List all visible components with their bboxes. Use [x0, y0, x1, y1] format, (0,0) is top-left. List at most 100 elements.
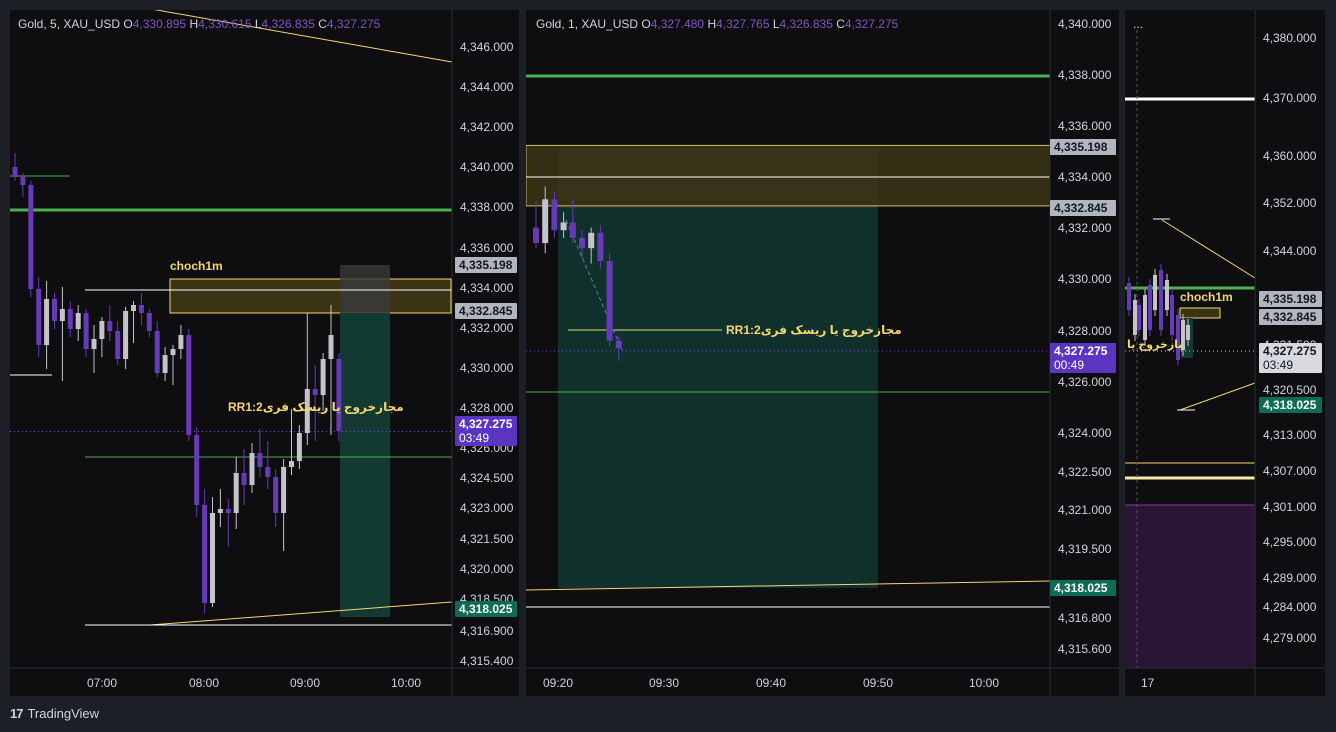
- y-tick-label: 4,324.000: [1058, 426, 1112, 440]
- x-tick-label: 09:30: [649, 676, 679, 690]
- chart-higher-svg[interactable]: choch1m بازخروج یا... 4,380.000 4,370.000 4,…: [1125, 10, 1325, 696]
- y-tick-label: 4,322.500: [1058, 465, 1112, 479]
- trendline-lower: [1179, 382, 1256, 411]
- candle-body: [28, 185, 34, 289]
- candle-body: [91, 339, 97, 349]
- candle-body: [178, 335, 184, 349]
- annotation-choch: choch1m: [170, 259, 223, 273]
- y-tick-label: 4,360.000: [1263, 149, 1317, 163]
- candle-body: [20, 177, 26, 185]
- ohlc-part-2: 4,327.480: [651, 17, 708, 31]
- y-tick-label: 4,336.000: [460, 241, 514, 255]
- y-tick-label: 4,370.000: [1263, 91, 1317, 105]
- candle-body: [1186, 325, 1190, 340]
- candle-body: [75, 313, 81, 329]
- candle-body: [194, 435, 200, 505]
- y-tick-label: 4,334.000: [460, 281, 514, 295]
- chart-pane-1m[interactable]: RR1:2مجازخروج یا ریسک فری Gold, 1, XAU_US…: [526, 10, 1119, 696]
- candle-body: [67, 309, 73, 329]
- candle-body: [533, 227, 539, 244]
- price-tag-label: 4,335.198: [1263, 292, 1317, 306]
- candle-body: [569, 222, 576, 238]
- choch-zone: [526, 144, 1051, 207]
- y-tick-label: 4,340.000: [1058, 17, 1112, 31]
- candle-body: [138, 305, 144, 313]
- y-tick-label: 4,316.800: [1058, 611, 1112, 625]
- candle-body: [257, 453, 263, 467]
- annotation-rr: RR1:2مجازخروج یا ریسک فری: [228, 400, 404, 415]
- candle-body: [217, 509, 223, 513]
- candle-body: [1165, 280, 1169, 310]
- y-tick-label: 4,326.000: [1058, 375, 1112, 389]
- candle-body: [551, 199, 558, 231]
- trendline-upper: [1161, 219, 1256, 279]
- candle-body: [597, 232, 604, 262]
- candle-body: [1133, 300, 1137, 335]
- y-tick-label: 4,316.900: [460, 624, 514, 638]
- chart-5m-svg[interactable]: choch1m RR1:2مجازخروج یا ریسک فری Gold, 5,…: [10, 10, 519, 696]
- x-tick-label: 09:50: [863, 676, 893, 690]
- candle-body: [542, 199, 549, 244]
- y-tick-label: 4,319.500: [1058, 542, 1112, 556]
- y-tick-label: 4,289.000: [1263, 571, 1317, 585]
- y-tick-label: 4,320.500: [1263, 383, 1317, 397]
- y-tick-label: 4,332.000: [1058, 221, 1112, 235]
- y-tick-label: 4,336.000: [1058, 119, 1112, 133]
- candle-body: [44, 299, 50, 345]
- candle-body: [1159, 270, 1163, 330]
- chart-pane-5m[interactable]: choch1m RR1:2مجازخروج یا ریسک فری Gold, 5,…: [10, 10, 519, 696]
- ohlc-part-3: H: [189, 17, 198, 31]
- candle-body: [1170, 295, 1174, 335]
- candle-body: [99, 321, 105, 339]
- candle-body: [210, 513, 215, 603]
- chart-pane-higher[interactable]: choch1m بازخروج یا... 4,380.000 4,370.000 4,…: [1125, 10, 1325, 696]
- price-tag-countdown: 03:49: [1263, 358, 1293, 372]
- chart-title: Gold, 5, XAU_USD O4,330.895 H4,330.615 L…: [18, 17, 381, 31]
- ohlc-part-1: O: [123, 17, 132, 31]
- candle-body: [289, 461, 294, 467]
- ohlc-part-7: C: [318, 17, 327, 31]
- y-tick-label: 4,315.600: [1058, 642, 1112, 656]
- y-tick-label: 4,315.400: [460, 654, 514, 668]
- candle-body: [52, 299, 57, 321]
- price-tag-countdown: 00:49: [1054, 358, 1084, 372]
- x-tick-label: 10:00: [969, 676, 999, 690]
- y-tick-label: 4,346.000: [460, 40, 514, 54]
- candle-body: [1127, 283, 1131, 310]
- candle-body: [123, 311, 129, 359]
- y-tick-label: 4,340.000: [460, 160, 514, 174]
- x-tick-label: 09:00: [290, 676, 320, 690]
- ohlc-part-6: 4,326.835: [262, 17, 319, 31]
- candle-body: [1137, 305, 1141, 330]
- target-zone: [558, 208, 878, 588]
- price-tag-label: 4,335.198: [1054, 140, 1108, 154]
- chart-menu-icon: ...: [1133, 17, 1143, 31]
- ohlc-part-8: 4,327.275: [327, 17, 381, 31]
- target-zone: [340, 313, 390, 617]
- candle-body: [320, 359, 326, 395]
- tradingview-brand[interactable]: 17 TradingView: [10, 706, 99, 721]
- chart-1m-svg[interactable]: RR1:2مجازخروج یا ریسک فری Gold, 1, XAU_US…: [526, 10, 1119, 696]
- price-tag-label: 4,332.845: [1263, 310, 1317, 324]
- candle-body: [1143, 295, 1147, 340]
- candle-body: [107, 321, 113, 331]
- candle-body: [296, 433, 302, 461]
- trendline-lower: [149, 601, 453, 626]
- y-tick-label: 4,313.000: [1263, 428, 1317, 442]
- brand-name: TradingView: [27, 706, 100, 721]
- candle-body: [170, 349, 176, 355]
- y-tick-label: 4,352.000: [1263, 196, 1317, 210]
- annotation-choch: choch1m: [1180, 290, 1233, 304]
- ohlc-part-6: 4,326.835: [780, 17, 837, 31]
- candle-body: [1153, 275, 1157, 310]
- y-tick-label: 4,380.000: [1263, 31, 1317, 45]
- ohlc-part-2: 4,330.895: [133, 17, 190, 31]
- candle-body: [249, 453, 255, 485]
- x-tick-label: 09:40: [756, 676, 786, 690]
- candle-body: [560, 222, 567, 231]
- candle-body: [241, 473, 247, 485]
- ohlc-part-0: Gold, 1, XAU_USD: [536, 17, 641, 31]
- candle-body: [59, 309, 65, 321]
- candle-body: [12, 167, 18, 177]
- candle-body: [281, 467, 287, 513]
